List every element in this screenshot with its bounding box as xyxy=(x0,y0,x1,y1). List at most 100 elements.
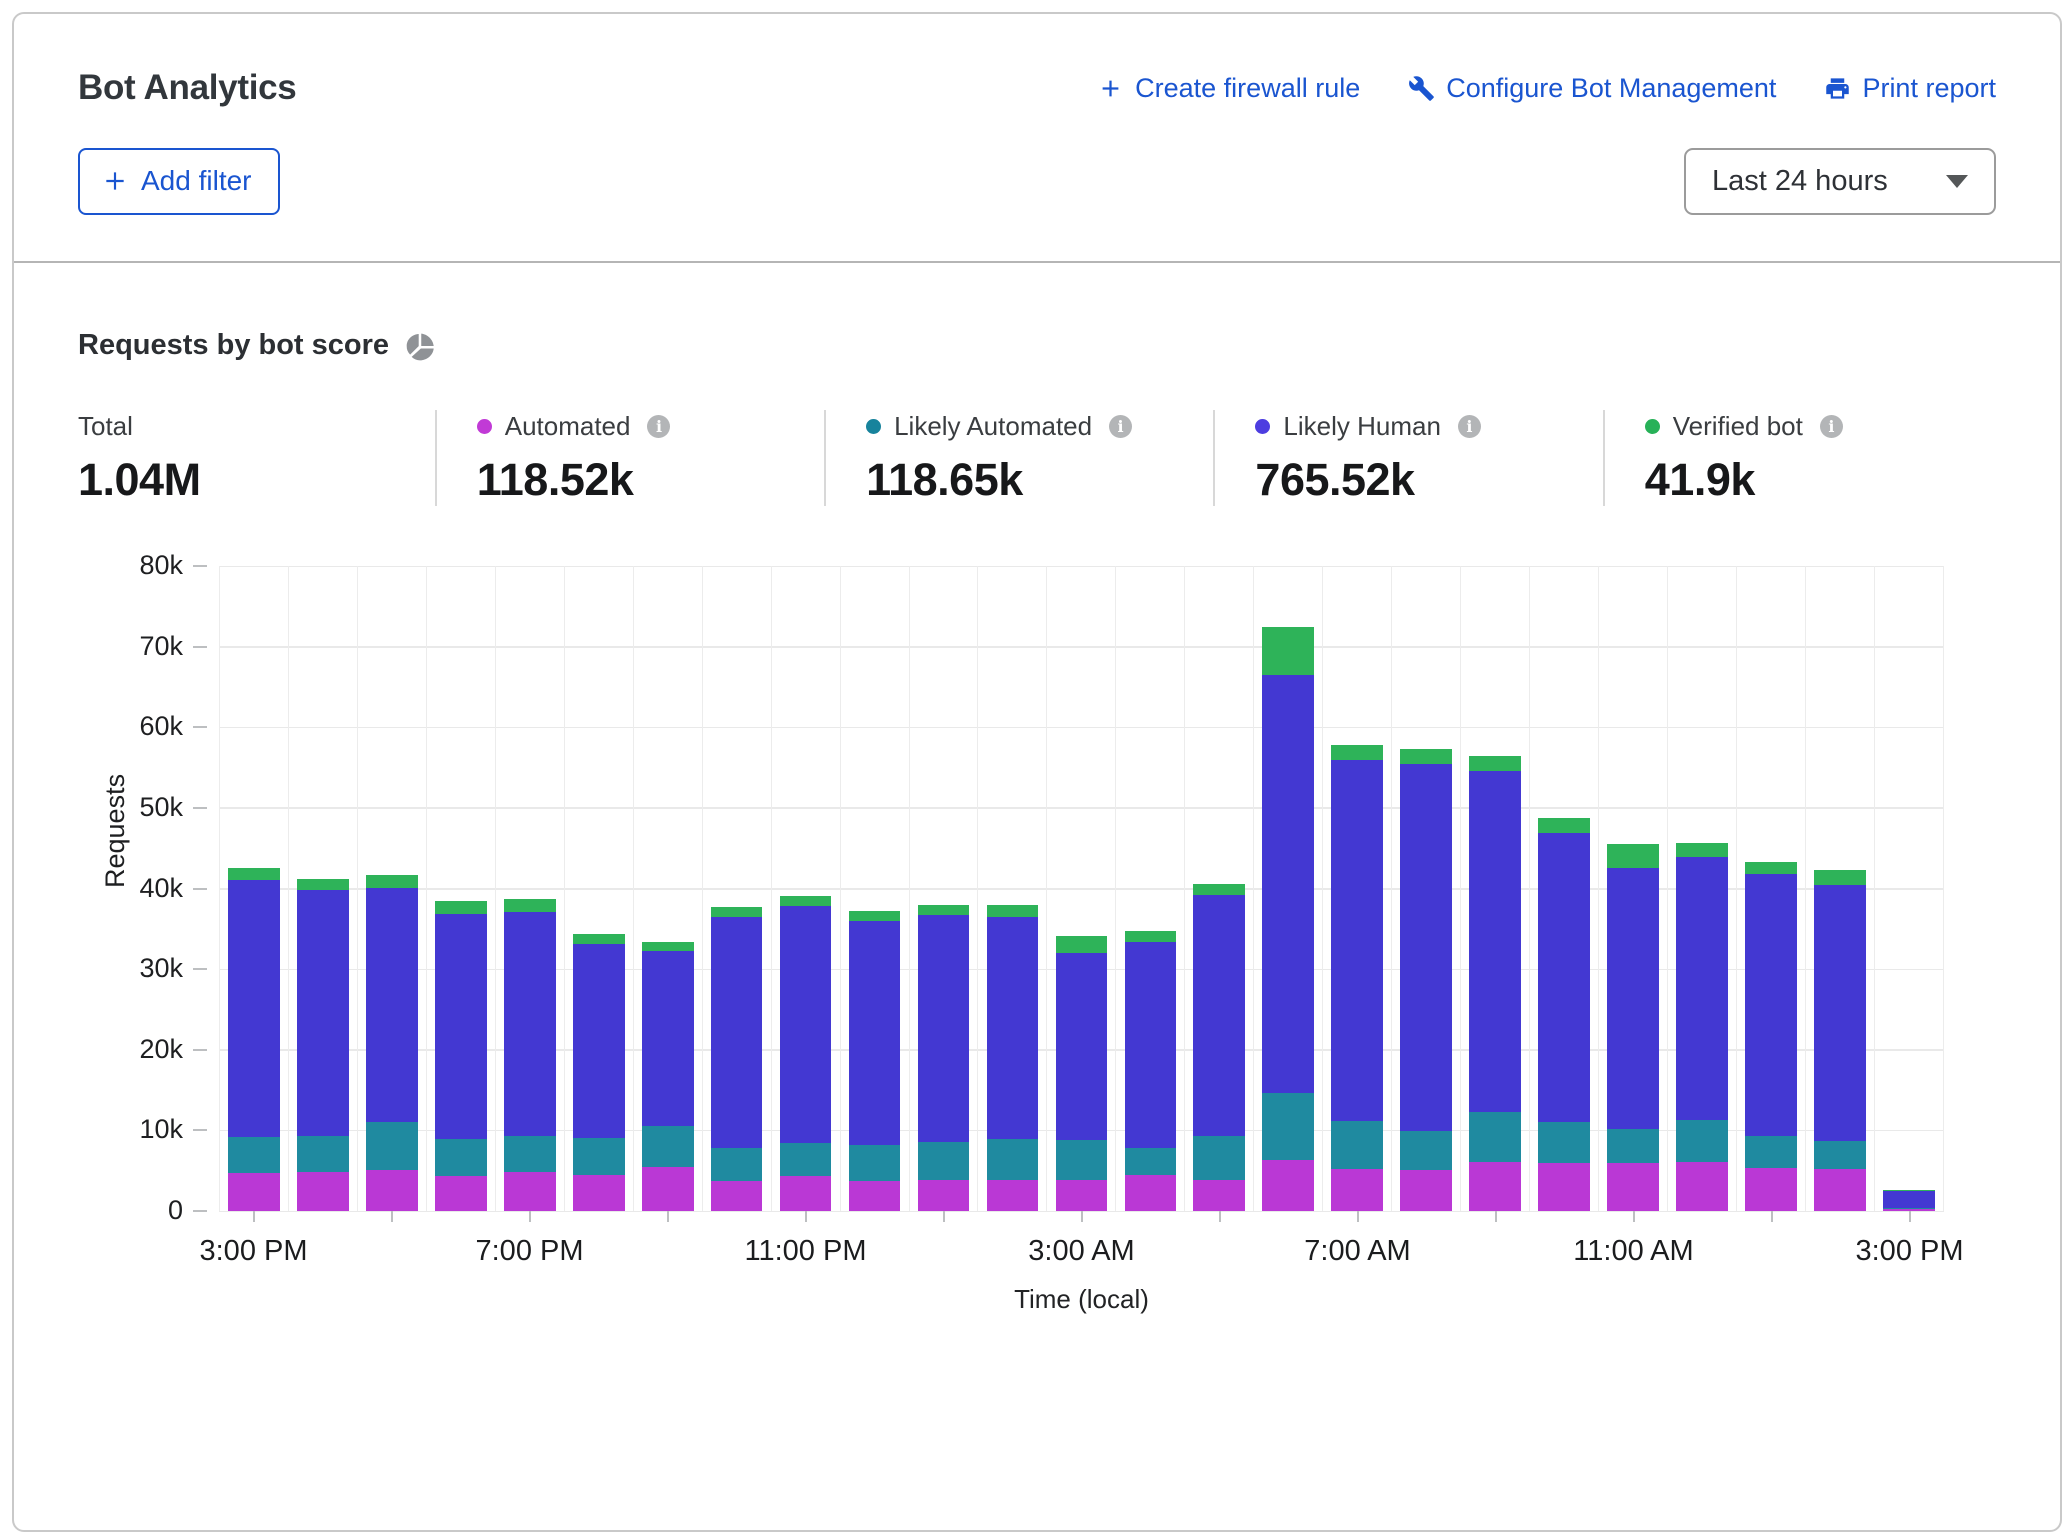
card-header: Bot Analytics Create firewall rule Confi… xyxy=(14,14,2060,263)
stacked-bar-3:00 AM[interactable] xyxy=(1056,566,1108,1211)
bar-segment-automated xyxy=(366,1170,418,1211)
bar-segment-likely-human xyxy=(849,921,901,1145)
stacked-bar-5:00 AM[interactable] xyxy=(1193,566,1245,1211)
y-tick-mark xyxy=(193,807,207,809)
bar-segment-likely-human xyxy=(1745,874,1797,1136)
configure-bot-management-link[interactable]: Configure Bot Management xyxy=(1408,73,1776,104)
stacked-bar-1:00 AM[interactable] xyxy=(918,566,970,1211)
stat-value: 1.04M xyxy=(78,454,435,506)
create-firewall-rule-label: Create firewall rule xyxy=(1135,73,1360,104)
stacked-bar-7:00 AM[interactable] xyxy=(1331,566,1383,1211)
stacked-bar-12:00 AM[interactable] xyxy=(849,566,901,1211)
x-tick-mark xyxy=(1357,1211,1359,1222)
y-tick-mark xyxy=(193,968,207,970)
add-filter-button[interactable]: Add filter xyxy=(78,148,280,215)
bar-segment-verified-bot xyxy=(573,934,625,944)
stacked-bar-2:00 PM[interactable] xyxy=(1814,566,1866,1211)
x-tick-mark xyxy=(1495,1211,1497,1222)
info-icon[interactable]: i xyxy=(1458,415,1481,438)
x-tick-mark xyxy=(253,1211,255,1222)
bar-segment-verified-bot xyxy=(1262,627,1314,675)
x-tick-mark xyxy=(391,1211,393,1222)
stacked-bar-2:00 AM[interactable] xyxy=(987,566,1039,1211)
y-tick-label: 40k xyxy=(83,873,183,904)
bar-segment-likely-automated xyxy=(1400,1131,1452,1170)
bar-segment-verified-bot xyxy=(1538,818,1590,833)
x-tick-mark xyxy=(805,1211,807,1222)
x-tick-mark xyxy=(1771,1211,1773,1222)
y-tick-label: 20k xyxy=(83,1034,183,1065)
stat-value: 118.65k xyxy=(866,454,1213,506)
bar-slot xyxy=(633,566,702,1211)
bar-segment-verified-bot xyxy=(1400,749,1452,764)
plot-area xyxy=(219,566,1944,1211)
stacked-bar-6:00 AM[interactable] xyxy=(1262,566,1314,1211)
stacked-bar-3:00 PM[interactable] xyxy=(228,566,280,1211)
x-tick-mark xyxy=(1633,1211,1635,1222)
stacked-bar-11:00 PM[interactable] xyxy=(780,566,832,1211)
bar-segment-verified-bot xyxy=(1607,844,1659,867)
stat-value: 118.52k xyxy=(477,454,824,506)
time-range-select[interactable]: Last 24 hours xyxy=(1684,148,1996,215)
bar-segment-likely-human xyxy=(711,917,763,1148)
bar-slot xyxy=(702,566,771,1211)
stacked-bar-9:00 PM[interactable] xyxy=(642,566,694,1211)
bar-segment-verified-bot xyxy=(366,875,418,888)
bar-segment-verified-bot xyxy=(1331,745,1383,760)
bar-segment-automated xyxy=(1056,1180,1108,1211)
requests-panel: Requests by bot score Total 1.04M Automa… xyxy=(14,263,2060,1326)
stat-label: Verified bot xyxy=(1673,411,1803,442)
bar-slot xyxy=(495,566,564,1211)
stacked-bar-9:00 AM[interactable] xyxy=(1469,566,1521,1211)
stacked-bar-12:00 PM[interactable] xyxy=(1676,566,1728,1211)
bar-slot xyxy=(1253,566,1322,1211)
stacked-bar-4:00 AM[interactable] xyxy=(1125,566,1177,1211)
stacked-bar-6:00 PM[interactable] xyxy=(435,566,487,1211)
stacked-bar-chart: Requests 010k20k30k40k50k60k70k80k 3:00 … xyxy=(78,566,1996,1326)
bar-segment-automated xyxy=(228,1173,280,1211)
bar-segment-verified-bot xyxy=(1814,870,1866,885)
wrench-icon xyxy=(1408,75,1435,102)
stacked-bar-3:00 PM[interactable] xyxy=(1883,566,1935,1211)
bar-slot xyxy=(1046,566,1115,1211)
bar-segment-likely-automated xyxy=(228,1137,280,1173)
time-range-value: Last 24 hours xyxy=(1712,165,1888,198)
info-icon[interactable]: i xyxy=(1109,415,1132,438)
bar-segment-likely-automated xyxy=(711,1148,763,1181)
y-tick-mark xyxy=(193,888,207,890)
bar-segment-likely-automated xyxy=(987,1139,1039,1179)
x-tick-label: 11:00 PM xyxy=(745,1235,867,1268)
configure-bot-management-label: Configure Bot Management xyxy=(1446,73,1776,104)
stacked-bar-8:00 AM[interactable] xyxy=(1400,566,1452,1211)
print-report-link[interactable]: Print report xyxy=(1824,73,1996,104)
legend-dot-automated xyxy=(477,419,492,434)
y-tick-label: 50k xyxy=(83,792,183,823)
bar-segment-likely-human xyxy=(1193,895,1245,1136)
stat-verified-bot: Verified bot i 41.9k xyxy=(1603,410,1992,506)
bar-segment-likely-automated xyxy=(1193,1136,1245,1180)
bar-segment-likely-automated xyxy=(435,1139,487,1175)
x-tick-label: 3:00 AM xyxy=(1028,1235,1134,1268)
bar-slot xyxy=(426,566,495,1211)
info-icon[interactable]: i xyxy=(647,415,670,438)
bar-segment-automated xyxy=(1676,1162,1728,1211)
create-firewall-rule-link[interactable]: Create firewall rule xyxy=(1097,73,1360,104)
stacked-bar-5:00 PM[interactable] xyxy=(366,566,418,1211)
bar-segment-likely-human xyxy=(1469,771,1521,1112)
info-icon[interactable]: i xyxy=(1820,415,1843,438)
stacked-bar-4:00 PM[interactable] xyxy=(297,566,349,1211)
bar-segment-likely-automated xyxy=(1814,1141,1866,1169)
stacked-bar-10:00 AM[interactable] xyxy=(1538,566,1590,1211)
bar-segment-automated xyxy=(711,1181,763,1211)
bar-segment-likely-human xyxy=(987,917,1039,1140)
stacked-bar-1:00 PM[interactable] xyxy=(1745,566,1797,1211)
y-axis-labels: 010k20k30k40k50k60k70k80k xyxy=(78,566,219,1211)
add-filter-label: Add filter xyxy=(141,165,252,197)
bar-slot xyxy=(1184,566,1253,1211)
stacked-bar-10:00 PM[interactable] xyxy=(711,566,763,1211)
legend-dot-likely-human xyxy=(1255,419,1270,434)
stacked-bar-7:00 PM[interactable] xyxy=(504,566,556,1211)
stacked-bar-11:00 AM[interactable] xyxy=(1607,566,1659,1211)
stacked-bar-8:00 PM[interactable] xyxy=(573,566,625,1211)
bar-segment-automated xyxy=(1125,1175,1177,1211)
